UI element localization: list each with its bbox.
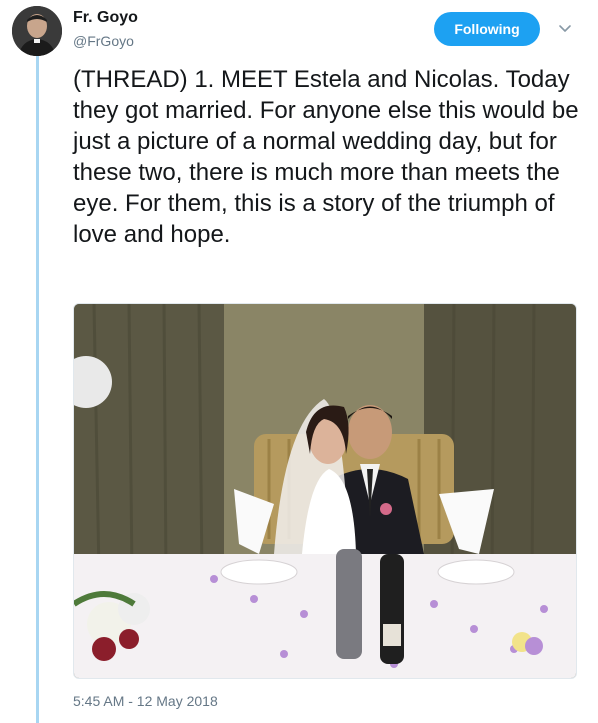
- tweet-text: (THREAD) 1. MEET Estela and Nicolas. Tod…: [73, 66, 579, 248]
- avatar-image: [12, 6, 62, 56]
- author-handle[interactable]: @FrGoyo: [73, 33, 134, 49]
- tweet-timestamp[interactable]: 5:45 AM - 12 May 2018: [73, 693, 218, 709]
- tweet-card: Fr. Goyo @FrGoyo Following (THREAD) 1. M…: [0, 0, 598, 723]
- following-button[interactable]: Following: [434, 12, 540, 46]
- thread-line: [36, 56, 39, 723]
- tweet-photo[interactable]: [73, 303, 577, 679]
- avatar[interactable]: [12, 6, 62, 56]
- author-name[interactable]: Fr. Goyo: [73, 9, 138, 27]
- chevron-down-icon[interactable]: [557, 20, 573, 36]
